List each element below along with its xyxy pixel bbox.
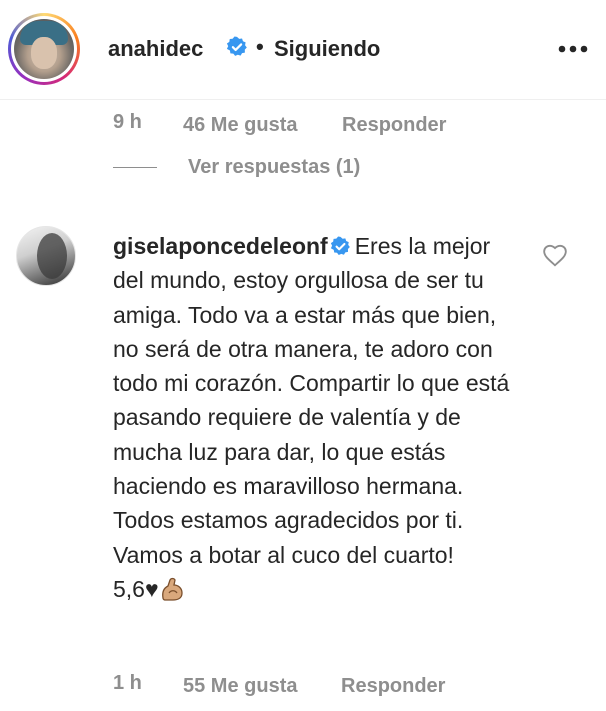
previous-comment-time[interactable]: 9 h (113, 111, 142, 134)
verified-badge-icon (226, 36, 247, 56)
comment-time[interactable]: 1 h (113, 672, 142, 695)
comment-reply-button[interactable]: Responder (341, 675, 445, 698)
comment-avatar[interactable] (16, 226, 76, 286)
verified-badge-icon (330, 236, 350, 255)
comment-suffix: 5,6♥ (113, 575, 159, 602)
header-username[interactable]: anahidec (108, 36, 203, 62)
comment-body: giselaponcedeleonf Eres la mejor del mun… (113, 229, 523, 606)
avatar (14, 19, 74, 79)
more-options-icon[interactable] (557, 44, 589, 54)
comment-likes[interactable]: 55 Me gusta (183, 675, 297, 698)
story-ring-avatar[interactable] (8, 13, 80, 85)
post-header: anahidec • Siguiendo (0, 0, 606, 100)
following-button[interactable]: Siguiendo (274, 36, 380, 62)
view-replies-button[interactable]: Ver respuestas (1) (188, 156, 360, 179)
previous-comment-likes[interactable]: 46 Me gusta (183, 114, 297, 137)
flexed-biceps-emoji-icon (161, 577, 183, 601)
replies-divider (113, 167, 157, 168)
separator-dot: • (256, 34, 264, 59)
comment-text: Eres la mejor del mundo, estoy orgullosa… (113, 233, 510, 568)
like-heart-icon[interactable] (542, 243, 568, 267)
comment-username[interactable]: giselaponcedeleonf (113, 233, 328, 259)
previous-comment-reply-button[interactable]: Responder (342, 114, 446, 137)
